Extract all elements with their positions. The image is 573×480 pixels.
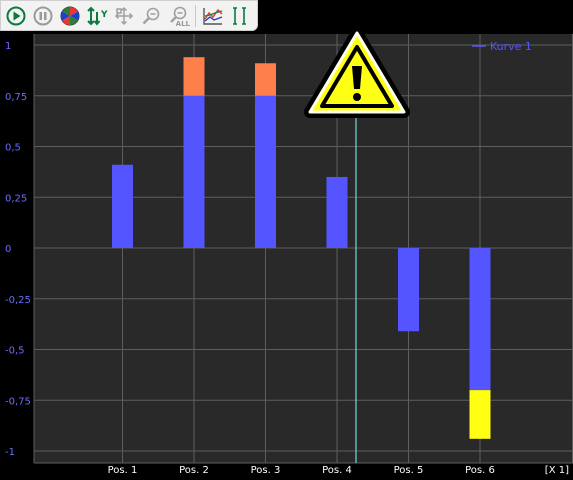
play-icon[interactable] <box>4 4 28 28</box>
y-tick-label: -1 <box>5 447 15 458</box>
y-tick-label: 0,75 <box>5 92 27 103</box>
y-tick-label: -0,75 <box>5 396 31 407</box>
y-tick-label: 0,25 <box>5 193 27 204</box>
bar[interactable] <box>326 176 348 248</box>
chart-lines-icon[interactable] <box>201 4 225 28</box>
bar[interactable] <box>398 248 419 332</box>
legend-label: Kurve 1 <box>490 40 532 53</box>
svg-text:Y: Y <box>100 10 108 20</box>
x-tick-label: Pos. 3 <box>251 465 281 476</box>
pause-icon[interactable] <box>31 4 55 28</box>
x-tick-label: Pos. 6 <box>465 465 495 476</box>
x-tick-label: Pos. 4 <box>322 465 352 476</box>
y-axis: 1 0,75 0,5 0,25 0 -0,25 -0,5 -0,75 -1 <box>5 41 31 458</box>
bar[interactable] <box>183 57 205 96</box>
zoom-out-icon[interactable] <box>139 4 163 28</box>
y-tick-label: 0,5 <box>5 143 21 154</box>
bar-chart[interactable]: 10,750,50,250-0,25-0,5-0,75-1 Pos. 1 Pos.… <box>0 0 573 480</box>
y-tick-label: 0 <box>5 244 11 255</box>
y-tick-label: -0,5 <box>5 346 25 357</box>
x-tick-label: Pos. 1 <box>108 465 138 476</box>
zoom-all-label: ALL <box>175 19 190 28</box>
bar[interactable] <box>183 95 205 248</box>
x-axis: Pos. 1 Pos. 2 Pos. 3 Pos. 4 Pos. 5 Pos. 6 [X 1… <box>108 465 569 476</box>
color-wheel-icon[interactable] <box>58 4 82 28</box>
move-cross-icon[interactable] <box>112 4 136 28</box>
y-tick-label: 1 <box>5 41 11 52</box>
x-tick-label: Pos. 5 <box>394 465 424 476</box>
y-scale-arrows-icon[interactable]: Y <box>85 4 109 28</box>
bar[interactable] <box>255 95 276 248</box>
x-tick-label: Pos. 2 <box>179 465 209 476</box>
chart-window: 1 0,75 0,5 0,25 0 -0,25 -0,5 -0,75 -1 Pos. 1 Pos.… <box>0 0 573 480</box>
cursor-icon[interactable] <box>228 4 252 28</box>
bar[interactable] <box>469 390 491 439</box>
x-unit-label: [X 1] <box>545 465 569 476</box>
y-tick-label: -0,25 <box>5 295 31 306</box>
toolbar: Y ALL <box>0 0 258 31</box>
toolbar-separator <box>195 4 196 27</box>
bar[interactable] <box>469 248 491 391</box>
bar[interactable] <box>112 164 133 248</box>
zoom-all-icon[interactable]: ALL <box>166 4 190 28</box>
bar[interactable] <box>255 63 276 96</box>
